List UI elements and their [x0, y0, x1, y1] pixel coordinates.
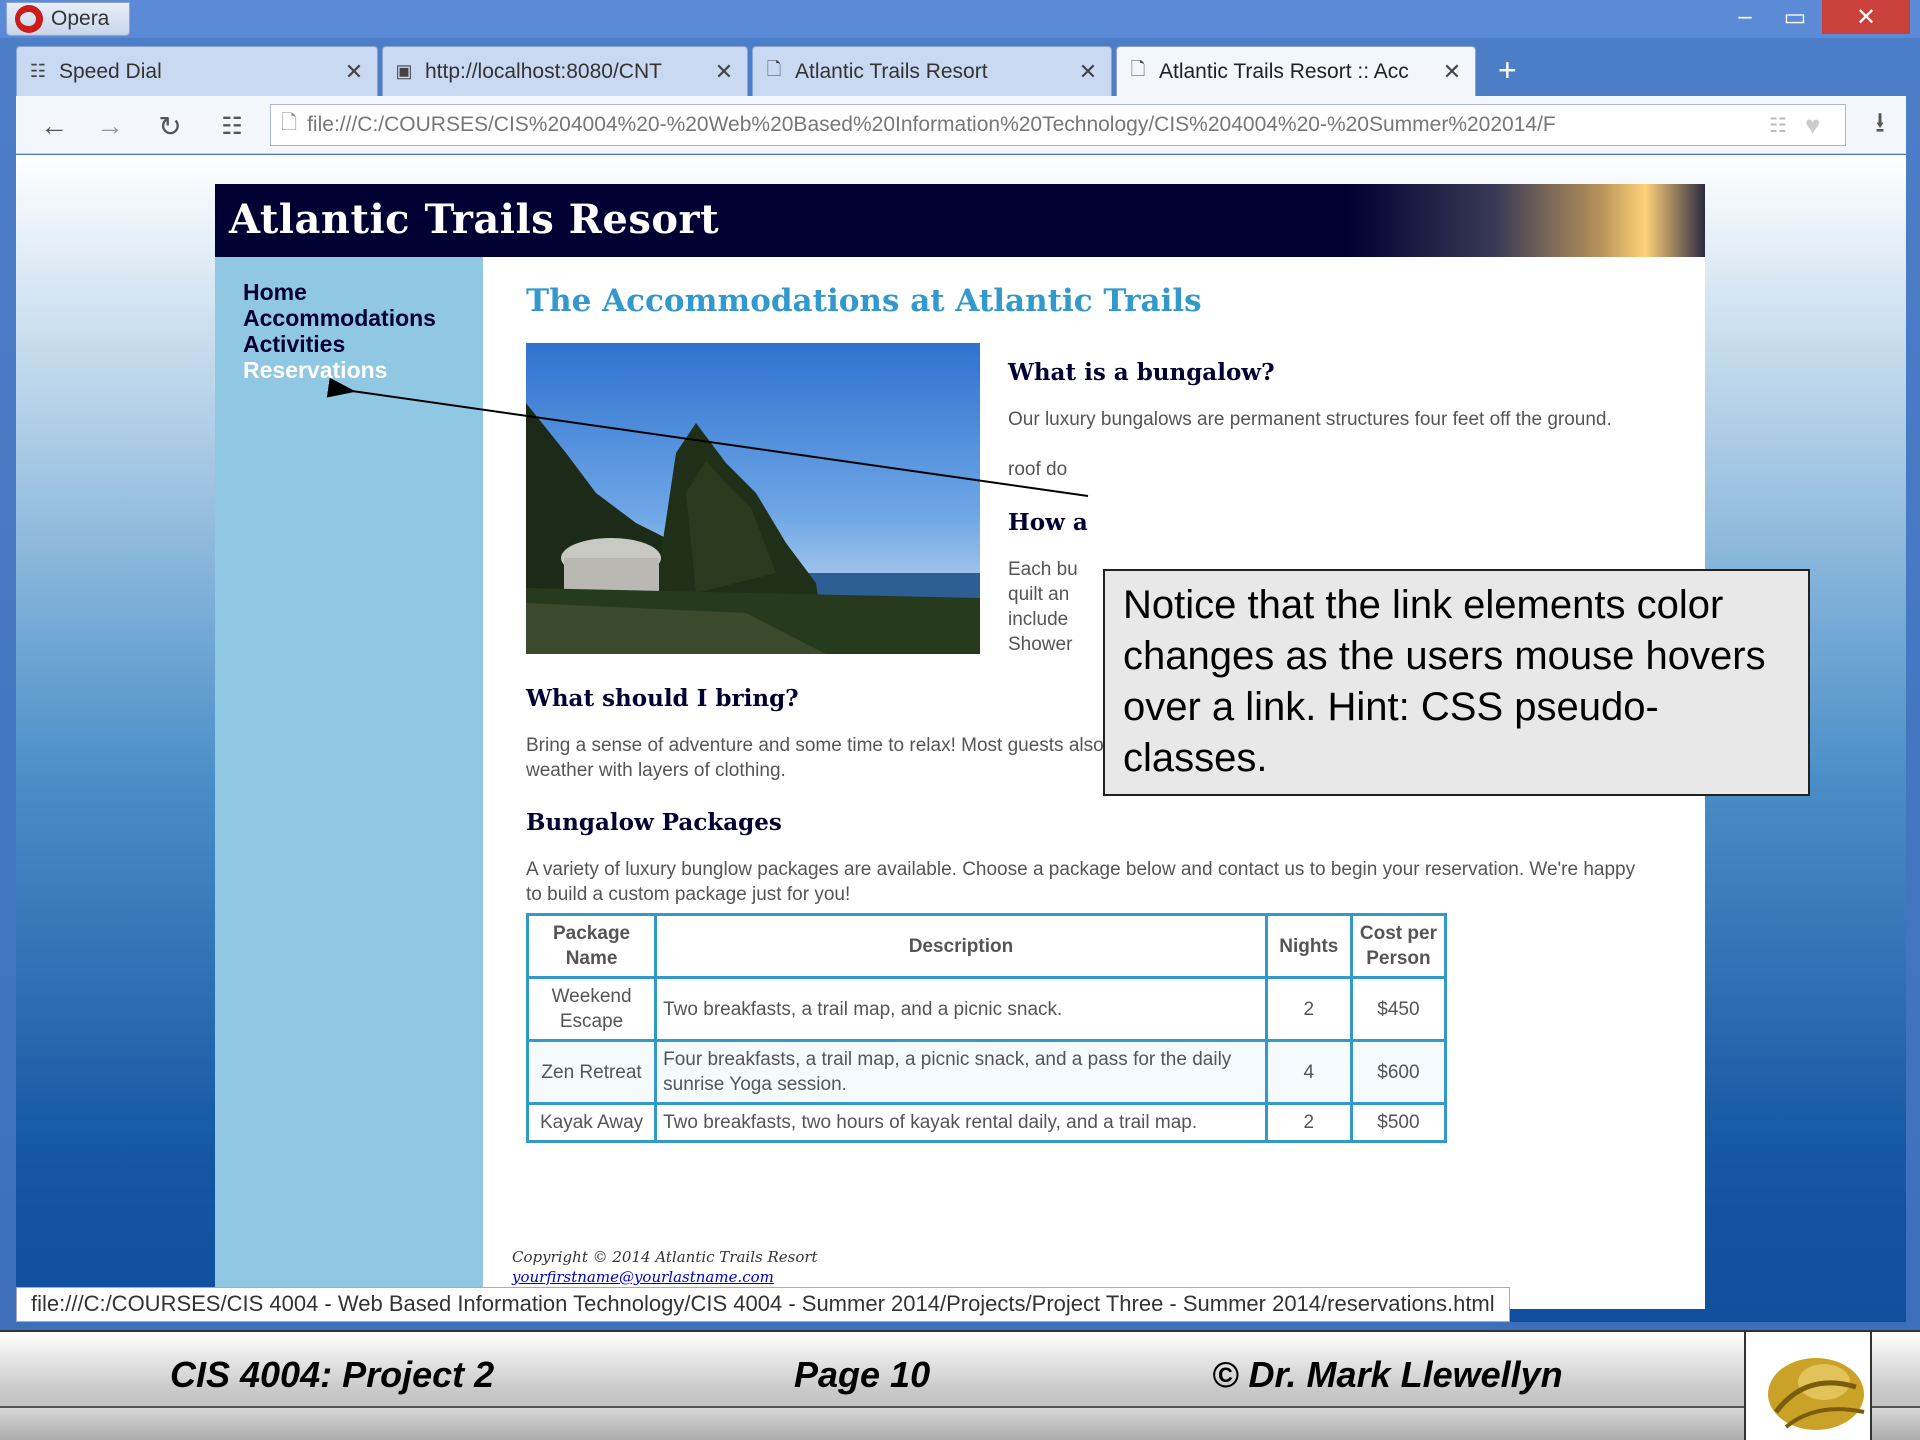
title-bar: Opera ‒ ▭ ✕ [0, 0, 1920, 38]
address-bar[interactable]: 🗋 file:///C:/COURSES/CIS%204004%20-%20We… [270, 104, 1846, 146]
navigation-bar: ← → ↻ ☷ 🗋 file:///C:/COURSES/CIS%204004%… [16, 96, 1906, 154]
back-icon[interactable]: ← [34, 106, 74, 146]
tab-speed-dial[interactable]: ☷ Speed Dial ✕ [16, 46, 378, 96]
close-tab-icon[interactable]: ✕ [1437, 59, 1467, 85]
opera-menu-button[interactable]: Opera [6, 2, 130, 36]
minimize-icon[interactable]: ‒ [1720, 0, 1770, 34]
tab-label: Atlantic Trails Resort :: Acc [1159, 59, 1409, 83]
course-label: CIS 4004: Project 2 [170, 1354, 495, 1395]
tab-atlantic-trails[interactable]: 🗋 Atlantic Trails Resort ✕ [752, 46, 1112, 96]
maximize-icon[interactable]: ▭ [1770, 0, 1820, 34]
opera-logo-icon [15, 5, 43, 33]
tab-localhost[interactable]: ▣ http://localhost:8080/CNT ✕ [382, 46, 748, 96]
tab-accommodations[interactable]: 🗋 Atlantic Trails Resort :: Acc ✕ [1116, 46, 1476, 96]
forward-icon[interactable]: → [90, 106, 130, 146]
new-tab-icon[interactable]: + [1498, 52, 1517, 89]
reload-icon[interactable]: ↻ [150, 106, 190, 146]
stash-icon[interactable]: ☷ [1769, 113, 1805, 138]
address-url: file:///C:/COURSES/CIS%204004%20-%20Web%… [307, 113, 1556, 136]
download-icon[interactable]: ⭳ [1860, 106, 1900, 146]
tab-bar: ☷ Speed Dial ✕ ▣ http://localhost:8080/C… [16, 46, 1906, 96]
page-icon: 🗋 [281, 112, 298, 134]
close-window-icon[interactable]: ✕ [1822, 0, 1910, 34]
page-viewport: Atlantic Trails Resort Home Accommodatio… [16, 155, 1906, 1322]
document-icon: 🗋 [1130, 58, 1146, 79]
tab-label: Atlantic Trails Resort [795, 59, 988, 83]
close-tab-icon[interactable]: ✕ [709, 59, 739, 85]
university-logo [1744, 1332, 1872, 1440]
speed-dial-icon[interactable]: ☷ [212, 106, 252, 146]
image-icon: ▣ [395, 61, 413, 81]
document-icon: 🗋 [766, 58, 782, 79]
callout-note: Notice that the link elements color chan… [1103, 569, 1810, 796]
speed-dial-icon: ☷ [29, 61, 47, 81]
author-credit: © Dr. Mark Llewellyn [1212, 1354, 1563, 1395]
slide-footer: CIS 4004: Project 2 Page 10 © Dr. Mark L… [0, 1330, 1920, 1440]
close-tab-icon[interactable]: ✕ [1073, 59, 1103, 85]
page-number: Page 10 [794, 1354, 931, 1395]
tab-label: Speed Dial [59, 59, 162, 83]
app-name: Opera [51, 7, 110, 30]
tab-label: http://localhost:8080/CNT [425, 59, 662, 83]
browser-window: Opera ‒ ▭ ✕ ☷ Speed Dial ✕ ▣ http://loca… [0, 0, 1920, 1330]
heart-icon[interactable]: ♥ [1805, 110, 1845, 141]
close-tab-icon[interactable]: ✕ [339, 59, 369, 85]
footer-bar [0, 1406, 1920, 1440]
